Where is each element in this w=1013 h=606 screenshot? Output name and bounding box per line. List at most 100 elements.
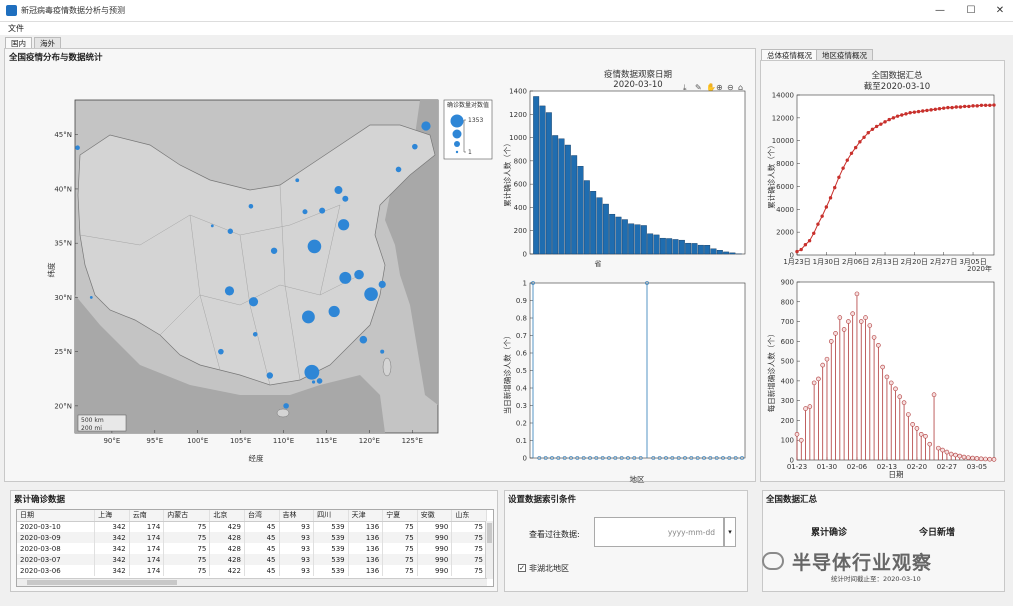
table-cell[interactable]: 93 [279,554,315,565]
bar-ytick-label: 1200 [509,111,527,119]
chart-toolbar[interactable]: ⤓ ✎ ✋ ⊕ ⊖ ⌂ [683,82,743,92]
table-cell[interactable]: 75 [163,565,211,576]
table-cell[interactable]: 75 [382,521,418,532]
table-header-cell[interactable]: 天津 [348,510,384,522]
hscroll-thumb[interactable] [27,580,177,585]
home-icon[interactable]: ⌂ [738,83,743,92]
minimize-button[interactable]: — [927,4,953,18]
pan-icon[interactable]: ✋ [706,82,716,92]
table-cell[interactable]: 136 [348,543,384,554]
table-cell[interactable]: 539 [313,554,349,565]
table-cell[interactable]: 429 [209,521,245,532]
table-header-cell[interactable]: 四川 [313,510,349,522]
scroll-thumb[interactable] [487,523,492,543]
table-cell[interactable]: 75 [163,554,211,565]
table-cell[interactable]: 990 [417,554,453,565]
table-cell[interactable]: 422 [209,565,245,576]
table-header-cell[interactable]: 宁夏 [382,510,418,522]
table-cell[interactable]: 75 [382,565,418,576]
table-cell[interactable]: 45 [244,554,280,565]
date-dropdown-button[interactable]: ▾ [724,517,736,547]
table-cell[interactable]: 342 [94,565,130,576]
table-cell[interactable]: 75 [451,543,487,554]
table-cell[interactable]: 342 [94,554,130,565]
table-cell[interactable]: 990 [417,565,453,576]
non-hubei-checkbox[interactable]: ✓ [518,564,526,572]
table-cell[interactable]: 2020-03-07 [17,554,96,565]
map-point [354,269,364,280]
table-cell[interactable]: 75 [451,565,487,576]
table-row[interactable]: 2020-03-06 342 174 75 422 45 93 539 136 75 990 75 [17,565,487,576]
table-header-cell[interactable]: 内蒙古 [163,510,211,522]
map-point [339,271,352,284]
table-cell[interactable]: 174 [129,532,165,543]
table-cell[interactable]: 2020-03-09 [17,532,96,543]
table-cell[interactable]: 342 [94,521,130,532]
data-table-container[interactable]: 日期 上海 云南 内蒙古 北京 台湾 吉林 四川 天津 宁夏 安徽 山东 2020-03-10 342 1… [16,509,494,587]
table-cell[interactable]: 45 [244,543,280,554]
table-cell[interactable]: 93 [279,543,315,554]
zoom-out-icon[interactable]: ⊖ [727,83,734,92]
table-cell[interactable]: 45 [244,565,280,576]
table-cell[interactable]: 136 [348,521,384,532]
table-cell[interactable]: 75 [451,521,487,532]
table-cell[interactable]: 428 [209,532,245,543]
table-header-cell[interactable]: 北京 [209,510,245,522]
table-header-cell[interactable]: 台湾 [244,510,280,522]
table-cell[interactable]: 539 [313,532,349,543]
maximize-button[interactable]: ☐ [958,4,984,18]
table-cell[interactable]: 428 [209,554,245,565]
map-point [210,224,214,228]
table-cell[interactable]: 174 [129,554,165,565]
table-header-cell[interactable]: 山东 [451,510,487,522]
table-header-cell[interactable]: 吉林 [279,510,315,522]
table-cell[interactable]: 2020-03-08 [17,543,96,554]
export-icon[interactable]: ⤓ [683,83,687,92]
table-cell[interactable]: 342 [94,543,130,554]
horizontal-scrollbar[interactable] [17,578,487,586]
table-cell[interactable]: 174 [129,543,165,554]
brush-icon[interactable]: ✎ [695,83,702,92]
table-cell[interactable]: 136 [348,565,384,576]
table-header-cell[interactable]: 上海 [94,510,130,522]
table-cell[interactable]: 428 [209,543,245,554]
date-input[interactable]: yyyy-mm-dd [594,517,724,547]
table-row[interactable]: 2020-03-09 342 174 75 428 45 93 539 136 75 990 75 [17,532,487,543]
close-button[interactable]: ✕ [987,4,1013,18]
table-cell[interactable]: 2020-03-06 [17,565,96,576]
table-cell[interactable]: 75 [163,532,211,543]
table-header-cell[interactable]: 日期 [17,510,96,522]
table-cell[interactable]: 75 [382,543,418,554]
table-cell[interactable]: 136 [348,532,384,543]
table-cell[interactable]: 990 [417,532,453,543]
table-row[interactable]: 2020-03-07 342 174 75 428 45 93 539 136 75 990 75 [17,554,487,565]
table-cell[interactable]: 93 [279,565,315,576]
table-cell[interactable]: 539 [313,543,349,554]
table-cell[interactable]: 75 [382,532,418,543]
table-cell[interactable]: 174 [129,521,165,532]
table-cell[interactable]: 75 [451,554,487,565]
table-cell[interactable]: 136 [348,554,384,565]
table-cell[interactable]: 990 [417,521,453,532]
zoom-in-icon[interactable]: ⊕ [716,83,723,92]
vertical-scrollbar[interactable] [485,521,493,579]
table-cell[interactable]: 93 [279,532,315,543]
table-cell[interactable]: 2020-03-10 [17,521,96,532]
table-row[interactable]: 2020-03-08 342 174 75 428 45 93 539 136 75 990 75 [17,543,487,554]
table-cell[interactable]: 75 [163,521,211,532]
table-cell[interactable]: 342 [94,532,130,543]
table-cell[interactable]: 93 [279,521,315,532]
table-header-cell[interactable]: 云南 [129,510,165,522]
table-cell[interactable]: 45 [244,532,280,543]
menu-file[interactable]: 文件 [8,23,24,34]
table-cell[interactable]: 990 [417,543,453,554]
table-cell[interactable]: 75 [451,532,487,543]
table-cell[interactable]: 174 [129,565,165,576]
table-header-cell[interactable]: 安徽 [417,510,453,522]
table-cell[interactable]: 75 [163,543,211,554]
table-cell[interactable]: 45 [244,521,280,532]
table-row[interactable]: 2020-03-10 342 174 75 429 45 93 539 136 75 990 75 [17,521,487,532]
table-cell[interactable]: 75 [382,554,418,565]
table-cell[interactable]: 539 [313,521,349,532]
table-cell[interactable]: 539 [313,565,349,576]
